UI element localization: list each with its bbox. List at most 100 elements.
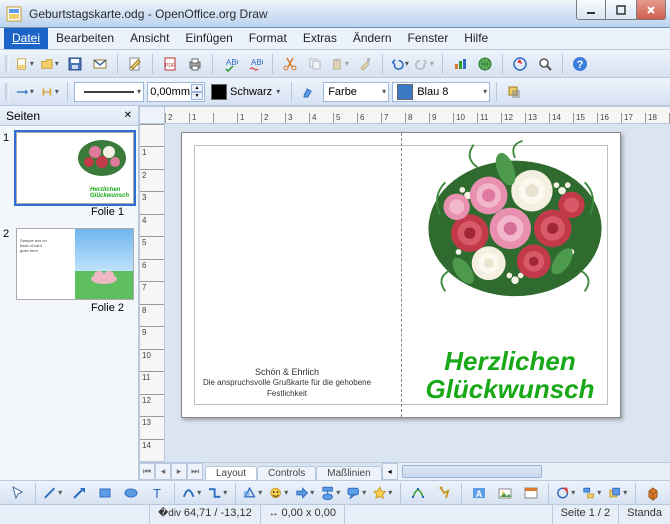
tab-layout[interactable]: Layout — [205, 466, 257, 480]
area-style-button[interactable] — [298, 81, 320, 103]
ruler-vertical[interactable]: 1234567891011121314 — [139, 124, 165, 462]
points-tool[interactable] — [406, 482, 430, 504]
menu-format[interactable]: Format — [241, 28, 295, 49]
menu-edit[interactable]: Bearbeiten — [48, 28, 122, 49]
page-thumbnail-1[interactable]: 1 HerzlichenGlückwunsch Folie 1 — [4, 132, 134, 218]
arrow-tool[interactable] — [67, 482, 91, 504]
ruler-corner — [139, 106, 165, 124]
menu-help[interactable]: Hilfe — [456, 28, 496, 49]
from-file-tool[interactable] — [493, 482, 517, 504]
open-button[interactable]: ▾ — [39, 53, 61, 75]
copy-button[interactable] — [304, 53, 326, 75]
paste-button[interactable]: ▾ — [329, 53, 351, 75]
page-thumbnail-2[interactable]: 2 Sample text onback of cardgoes here. F… — [4, 228, 134, 314]
navigator-button[interactable] — [509, 53, 531, 75]
tab-nav-last[interactable]: ⏭ — [187, 463, 203, 480]
text-tool[interactable]: T — [145, 482, 169, 504]
undo-button[interactable]: ▾ — [389, 53, 411, 75]
horizontal-scrollbar[interactable]: ◂ ▸ — [382, 463, 670, 480]
menu-modify[interactable]: Ändern — [345, 28, 400, 49]
line-style-select[interactable]: ▾ — [74, 82, 144, 102]
block-arrows-tool[interactable]: ▾ — [293, 482, 317, 504]
auto-spellcheck-button[interactable]: ABC — [244, 53, 266, 75]
page-number: 2 — [3, 228, 9, 240]
window-close-button[interactable] — [636, 0, 666, 20]
hyperlink-button[interactable] — [474, 53, 496, 75]
rectangle-tool[interactable] — [93, 482, 117, 504]
menu-view[interactable]: Ansicht — [122, 28, 177, 49]
window-maximize-button[interactable] — [606, 0, 636, 20]
alignment-tool[interactable]: ▾ — [580, 482, 604, 504]
page[interactable]: Herzlichen Glückwunsch Schön & Ehrlich D… — [181, 132, 621, 418]
spin-down[interactable]: ▾ — [191, 92, 203, 100]
tab-controls[interactable]: Controls — [257, 466, 316, 480]
tab-nav-prev[interactable]: ◂ — [155, 463, 171, 480]
edit-file-button[interactable] — [124, 53, 146, 75]
drawing-canvas[interactable]: Herzlichen Glückwunsch Schön & Ehrlich D… — [165, 124, 670, 462]
fontwork-tool[interactable]: A — [467, 482, 491, 504]
spin-up[interactable]: ▴ — [191, 84, 203, 92]
menu-extras[interactable]: Extras — [295, 28, 345, 49]
toolbar-grip[interactable] — [4, 55, 9, 73]
line-width-input[interactable]: 0,00mm ▴▾ — [147, 82, 205, 102]
toolbar-grip[interactable] — [4, 83, 9, 101]
zoom-button[interactable] — [534, 53, 556, 75]
card-back-text[interactable]: Schön & Ehrlich Die anspruchsvolle Grußk… — [192, 367, 382, 399]
greeting-text[interactable]: Herzlichen Glückwunsch — [410, 348, 610, 403]
line-tool[interactable]: ▾ — [41, 482, 65, 504]
menu-insert[interactable]: Einfügen — [177, 28, 240, 49]
flowchart-tool[interactable]: ▾ — [319, 482, 343, 504]
svg-text:ABC: ABC — [251, 58, 263, 67]
format-paintbrush-button[interactable] — [354, 53, 376, 75]
redo-button[interactable]: ▾ — [414, 53, 436, 75]
line-color-select[interactable]: Schwarz ▾ — [208, 81, 285, 103]
callouts-tool[interactable]: ▾ — [345, 482, 369, 504]
ruler-horizontal[interactable]: 21123456789101112131415161718192021 — [165, 106, 670, 124]
greeting-line2: Glückwunsch — [425, 374, 594, 404]
bouquet-image[interactable] — [420, 139, 610, 299]
tab-nav-next[interactable]: ▸ — [171, 463, 187, 480]
line-endings-button[interactable]: ▾ — [39, 81, 61, 103]
fill-color-chip — [397, 84, 413, 100]
fold-line — [401, 133, 402, 417]
window-minimize-button[interactable] — [576, 0, 606, 20]
shadow-button[interactable] — [503, 81, 525, 103]
standard-toolbar: ▾ ▾ PDF ABC ABC ▾ ▾ ▾ ? — [0, 50, 670, 78]
print-button[interactable] — [184, 53, 206, 75]
fill-type-select[interactable]: Farbe▾ — [323, 82, 389, 102]
export-pdf-button[interactable]: PDF — [159, 53, 181, 75]
glue-points-tool[interactable] — [432, 482, 456, 504]
tab-dimlines[interactable]: Maßlinien — [316, 466, 381, 480]
arrange-tool[interactable]: ▾ — [606, 482, 630, 504]
chart-button[interactable] — [449, 53, 471, 75]
connector-tool[interactable]: ▾ — [206, 482, 230, 504]
menu-bar: Datei Bearbeiten Ansicht Einfügen Format… — [0, 28, 670, 50]
pages-list: 1 HerzlichenGlückwunsch Folie 1 2 Sample… — [0, 126, 138, 480]
select-tool[interactable] — [6, 482, 30, 504]
save-button[interactable] — [64, 53, 86, 75]
new-document-button[interactable]: ▾ — [14, 53, 36, 75]
scroll-left-button[interactable]: ◂ — [382, 463, 398, 480]
stars-tool[interactable]: ▾ — [371, 482, 395, 504]
pages-panel-close-icon[interactable]: ✕ — [124, 110, 132, 121]
symbol-shapes-tool[interactable]: ▾ — [267, 482, 291, 504]
status-position: �div 64,71 / -13,12 — [150, 505, 261, 524]
gallery-tool[interactable] — [519, 482, 543, 504]
tab-nav-first[interactable]: ⏮ — [139, 463, 155, 480]
spellcheck-button[interactable]: ABC — [219, 53, 241, 75]
fill-color-select[interactable]: Blau 8▾ — [392, 82, 490, 102]
scroll-thumb[interactable] — [402, 465, 542, 478]
email-button[interactable] — [89, 53, 111, 75]
workspace: Seiten ✕ 1 HerzlichenGlückwunsch Folie 1… — [0, 106, 670, 480]
curve-tool[interactable]: ▾ — [180, 482, 204, 504]
basic-shapes-tool[interactable]: ▾ — [241, 482, 265, 504]
cut-button[interactable] — [279, 53, 301, 75]
help-button[interactable]: ? — [569, 53, 591, 75]
menu-file[interactable]: Datei — [4, 28, 48, 49]
arrow-style-button[interactable]: ▾ — [14, 81, 36, 103]
effects-tool[interactable]: ▾ — [554, 482, 578, 504]
ellipse-tool[interactable] — [119, 482, 143, 504]
extrusion-tool[interactable] — [641, 482, 665, 504]
tab-bar: ⏮ ◂ ▸ ⏭ Layout Controls Maßlinien ◂ ▸ — [139, 462, 670, 480]
menu-window[interactable]: Fenster — [400, 28, 457, 49]
